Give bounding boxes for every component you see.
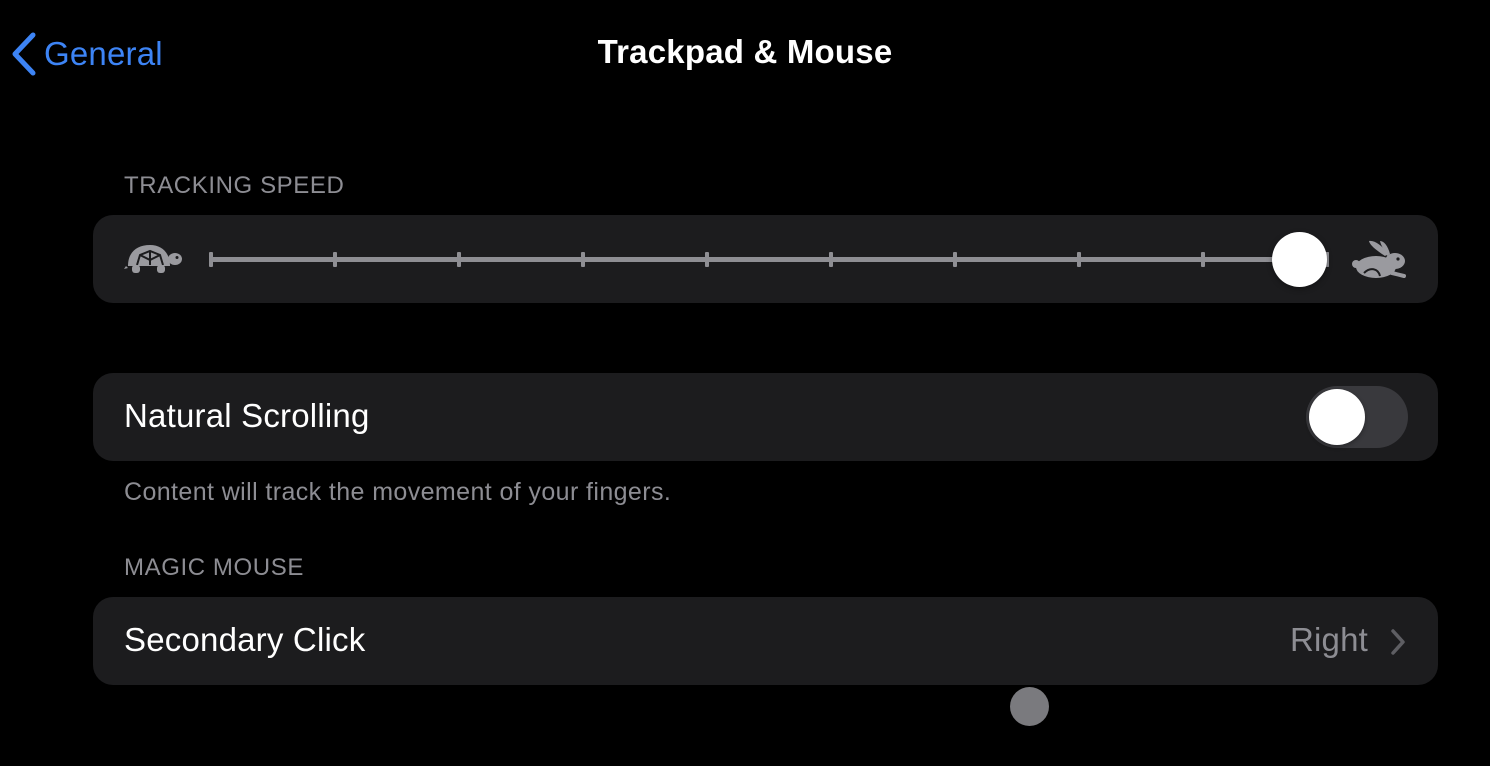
magic-mouse-header: MAGIC MOUSE (124, 554, 304, 581)
slider-tick (705, 252, 709, 267)
rabbit-icon (1352, 240, 1408, 285)
tracking-speed-track[interactable] (210, 257, 1328, 262)
slider-tick (829, 252, 833, 267)
slider-tick (1077, 252, 1081, 267)
secondary-click-label: Secondary Click (124, 621, 366, 658)
secondary-click-value: Right (1289, 621, 1368, 658)
tracking-speed-header: TRACKING SPEED (124, 172, 345, 199)
tracking-speed-thumb[interactable] (1272, 232, 1327, 287)
pointer-cursor-icon (1010, 687, 1049, 726)
slider-tick (333, 252, 337, 267)
natural-scrolling-label: Natural Scrolling (124, 397, 370, 434)
natural-scrolling-footer: Content will track the movement of your … (124, 478, 672, 506)
settings-screen: General Trackpad & Mouse TRACKING SPEED (0, 0, 1490, 766)
toggle-knob (1309, 389, 1365, 445)
slider-tick (457, 252, 461, 267)
slider-tick (209, 252, 213, 267)
slider-tick (1201, 252, 1205, 267)
chevron-right-icon (1389, 628, 1407, 661)
slider-tick (953, 252, 957, 267)
page-title: Trackpad & Mouse (597, 33, 893, 70)
natural-scrolling-toggle[interactable] (1306, 386, 1408, 448)
slider-tick (581, 252, 585, 267)
turtle-icon (124, 241, 184, 282)
